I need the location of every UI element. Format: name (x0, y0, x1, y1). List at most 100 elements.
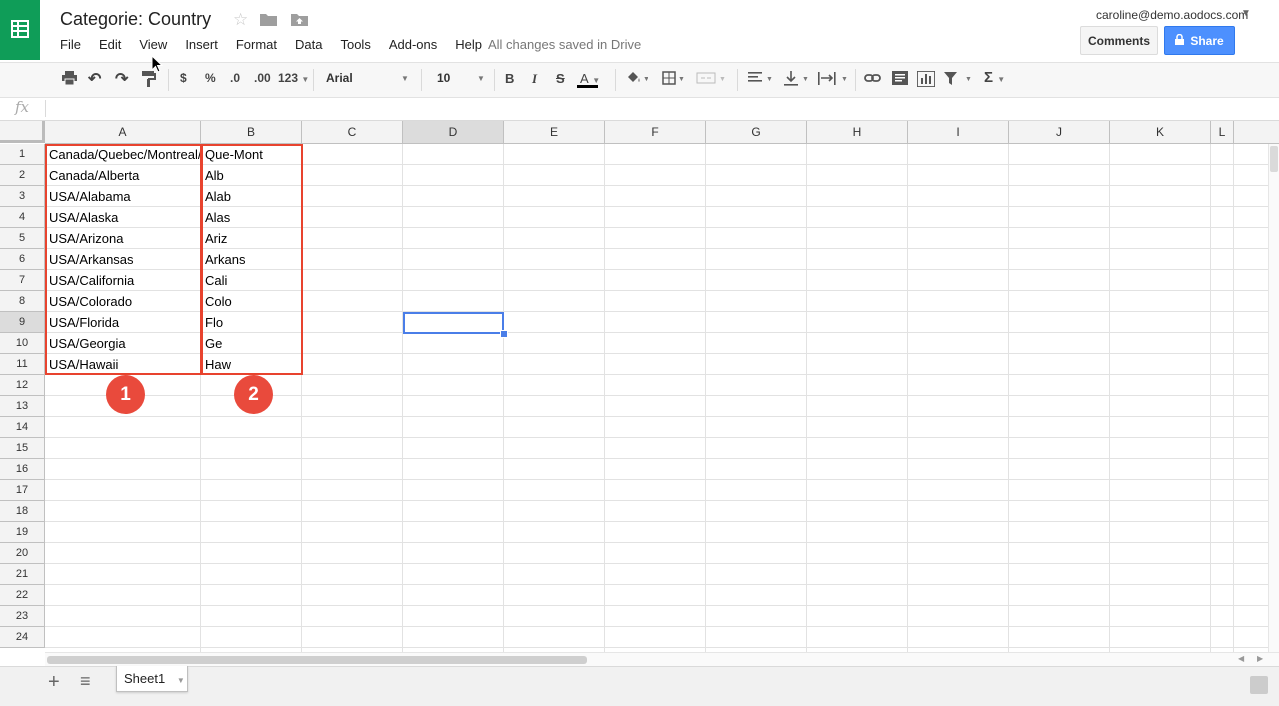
filter-icon[interactable]: ▼ (944, 71, 974, 90)
undo-icon[interactable]: ↶ (88, 69, 101, 89)
column-header[interactable]: G (706, 121, 807, 143)
row-header[interactable]: 5 (0, 228, 45, 249)
row-header[interactable]: 19 (0, 522, 45, 543)
row-header[interactable]: 8 (0, 291, 45, 312)
row-header[interactable]: 2 (0, 165, 45, 186)
functions-button[interactable]: Σ ▼ (984, 69, 1005, 86)
save-status[interactable]: All changes saved in Drive (488, 37, 641, 52)
insert-chart-icon[interactable] (916, 70, 936, 90)
menu-addons[interactable]: Add-ons (389, 37, 437, 52)
vertical-scroll-thumb[interactable] (1270, 146, 1278, 172)
more-formats-button[interactable]: 123 ▼ (278, 71, 309, 85)
column-header[interactable]: L (1211, 121, 1234, 143)
row-header[interactable]: 14 (0, 417, 45, 438)
font-family-select[interactable]: Arial ▼ (326, 71, 409, 85)
menu-data[interactable]: Data (295, 37, 322, 52)
cell-grid[interactable]: Canada/Quebec/Montreal/Canada/Alberta USA… (45, 144, 1269, 652)
text-wrap-icon[interactable]: ▼ (818, 71, 850, 90)
decrease-decimal-button[interactable]: .0 (230, 71, 240, 85)
formula-input[interactable] (52, 100, 1252, 117)
row-header[interactable]: 24 (0, 627, 45, 648)
row-header[interactable]: 10 (0, 333, 45, 354)
row-header[interactable]: 18 (0, 501, 45, 522)
menu-tools[interactable]: Tools (340, 37, 370, 52)
text-color-button[interactable]: A ▼ (577, 71, 600, 88)
all-sheets-icon[interactable]: ≡ (80, 671, 91, 692)
column-header[interactable]: I (908, 121, 1009, 143)
vertical-scrollbar[interactable] (1268, 144, 1279, 652)
fill-color-icon[interactable]: ▼ (626, 71, 650, 88)
row-header[interactable]: 11 (0, 354, 45, 375)
column-header[interactable]: J (1009, 121, 1110, 143)
row-header[interactable]: 7 (0, 270, 45, 291)
increase-decimal-button[interactable]: .00 (254, 71, 271, 85)
scroll-right-icon[interactable]: ▶ (1257, 654, 1263, 663)
explore-icon[interactable] (1250, 676, 1268, 694)
row-header[interactable]: 4 (0, 207, 45, 228)
column-header[interactable]: C (302, 121, 403, 143)
row-header[interactable]: 6 (0, 249, 45, 270)
menu-edit[interactable]: Edit (99, 37, 121, 52)
selected-cell-D9[interactable] (403, 312, 504, 334)
column-header[interactable]: D (403, 121, 504, 143)
vertical-align-icon[interactable]: ▼ (784, 71, 810, 90)
share-button[interactable]: Share (1164, 26, 1235, 55)
column-headers: ABCDEFGHIJKL (45, 121, 1279, 144)
font-size-value: 10 (437, 71, 451, 85)
font-size-select[interactable]: 10 ▼ (437, 71, 485, 85)
document-title[interactable]: Categorie: Country (60, 9, 211, 30)
italic-button[interactable]: I (532, 71, 537, 87)
column-header[interactable]: K (1110, 121, 1211, 143)
lock-icon (1175, 33, 1185, 48)
bold-button[interactable]: B (505, 71, 514, 86)
redo-icon[interactable]: ↷ (115, 69, 128, 89)
add-sheet-icon[interactable]: + (48, 671, 60, 694)
row-header[interactable]: 1 (0, 144, 45, 165)
comments-button[interactable]: Comments (1080, 26, 1158, 55)
horizontal-scroll-thumb[interactable] (47, 656, 587, 664)
menu-view[interactable]: View (139, 37, 167, 52)
sheet-menu-icon[interactable]: ▼ (177, 676, 185, 685)
row-header[interactable]: 23 (0, 606, 45, 627)
borders-icon[interactable]: ▼ (662, 71, 685, 88)
text-color-label: A (580, 71, 589, 86)
row-header[interactable]: 13 (0, 396, 45, 417)
move-icon[interactable] (291, 11, 308, 31)
merge-cells-icon[interactable]: ▼ (696, 71, 726, 88)
user-email[interactable]: caroline@demo.aodocs.com (1096, 8, 1248, 22)
menu-insert[interactable]: Insert (185, 37, 218, 52)
print-icon[interactable] (62, 71, 77, 88)
column-header[interactable]: B (201, 121, 302, 143)
menu-format[interactable]: Format (236, 37, 277, 52)
column-header[interactable]: H (807, 121, 908, 143)
fill-handle[interactable] (500, 330, 508, 338)
row-header[interactable]: 21 (0, 564, 45, 585)
toolbar: ↶ ↷ $ % .0 .00 123 ▼ Arial ▼ 10 ▼ B I S A … (0, 62, 1279, 98)
sheets-logo[interactable] (0, 0, 40, 60)
folder-icon[interactable] (260, 11, 277, 31)
menu-help[interactable]: Help (455, 37, 482, 52)
row-header[interactable]: 17 (0, 480, 45, 501)
row-header[interactable]: 20 (0, 543, 45, 564)
select-all-corner[interactable] (0, 121, 45, 143)
row-header[interactable]: 3 (0, 186, 45, 207)
column-header[interactable]: E (504, 121, 605, 143)
row-header[interactable]: 16 (0, 459, 45, 480)
insert-link-icon[interactable] (864, 71, 882, 88)
row-header[interactable]: 12 (0, 375, 45, 396)
currency-format-button[interactable]: $ (180, 71, 187, 85)
account-dropdown-icon[interactable]: ▼ (1241, 8, 1251, 19)
star-icon[interactable]: ☆ (233, 10, 248, 30)
column-header[interactable]: A (45, 121, 201, 143)
row-header[interactable]: 22 (0, 585, 45, 606)
row-header[interactable]: 15 (0, 438, 45, 459)
scroll-left-icon[interactable]: ◀ (1238, 654, 1244, 663)
row-header[interactable]: 9 (0, 312, 45, 333)
align-left-icon[interactable]: ▼ (748, 71, 774, 88)
menu-file[interactable]: File (60, 37, 81, 52)
percent-format-button[interactable]: % (205, 71, 216, 85)
insert-comment-icon[interactable] (892, 71, 908, 90)
strikethrough-button[interactable]: S (556, 71, 565, 86)
sheet-tab[interactable]: Sheet1 ▼ (116, 666, 188, 692)
column-header[interactable]: F (605, 121, 706, 143)
